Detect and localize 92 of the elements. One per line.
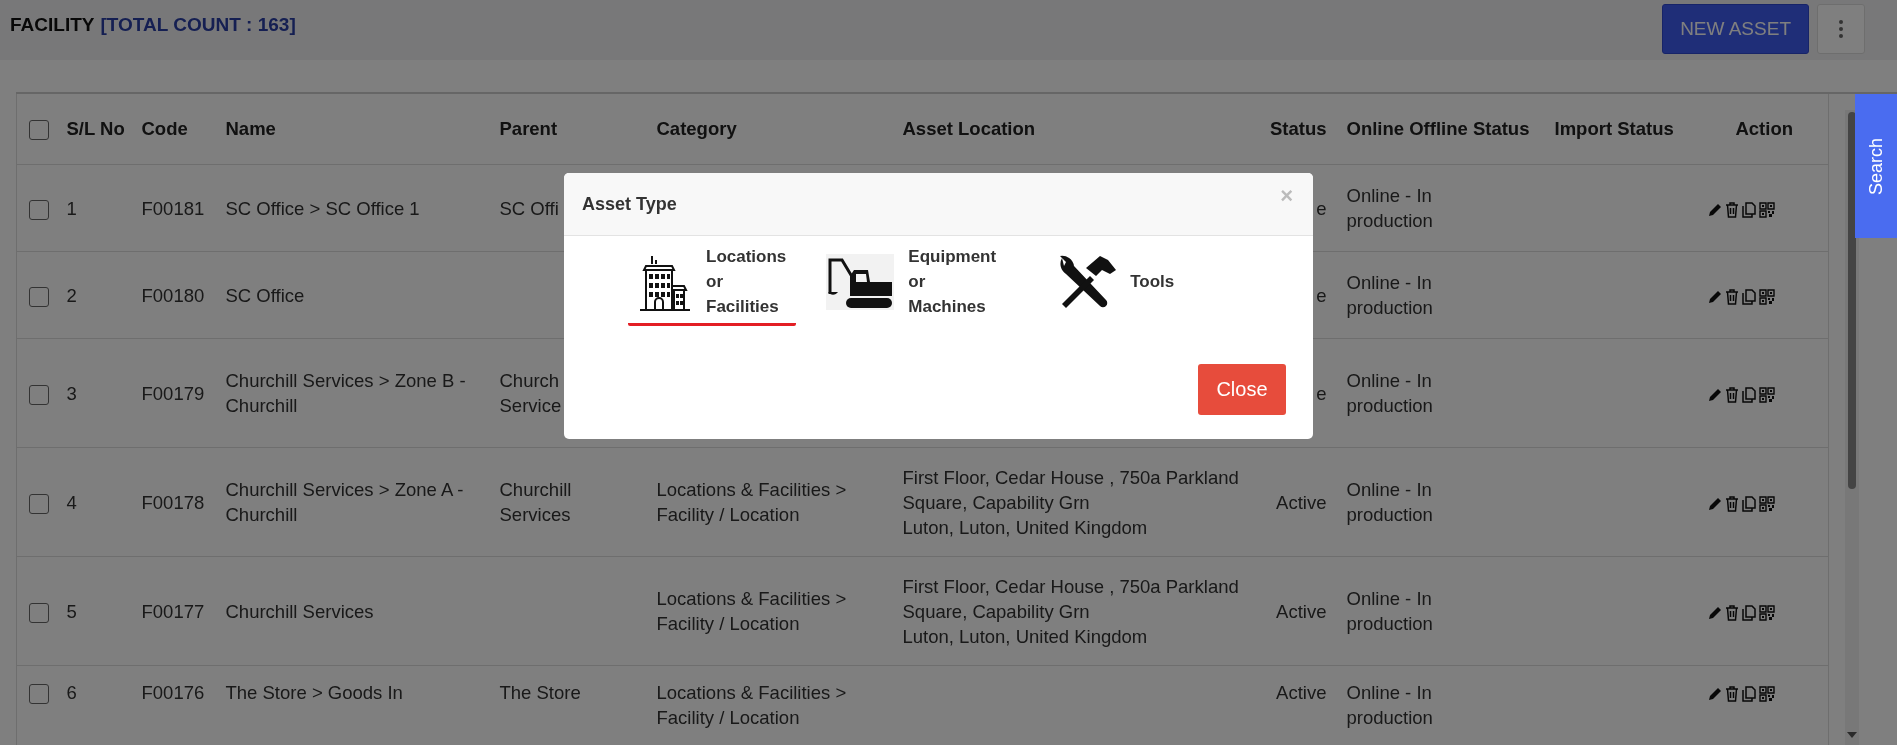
table-cell: Churchill Services > Zone B - Churchill <box>225 370 466 416</box>
close-button[interactable]: Close <box>1198 364 1286 415</box>
copy-icon[interactable] <box>1740 386 1757 403</box>
table-cell: e <box>1316 197 1327 219</box>
scrollbar[interactable] <box>1845 110 1859 745</box>
table-cell: First Floor, Cedar House , 750a Parkland Square, Capability Grn Luton, Luton, United Kingdom <box>902 466 1239 538</box>
table-cell: Locations & Facilities > Facility / Location <box>656 479 847 525</box>
trash-icon[interactable] <box>1724 386 1739 403</box>
table-cell-text: Online - In production <box>1346 681 1434 730</box>
table-cell: F00176 <box>141 682 205 703</box>
table-cell: 3 <box>66 382 77 404</box>
table-cell: F00180 <box>141 284 205 306</box>
table-cell: SC Office <box>225 284 305 306</box>
edit-icon[interactable] <box>1706 288 1723 305</box>
table-cell: F00179 <box>141 382 205 404</box>
column-header: Name <box>225 118 276 139</box>
table-cell-text: Online - In production <box>1346 184 1434 233</box>
table-cell: Churchill Services > Zone A - Churchill <box>225 479 464 525</box>
edit-icon[interactable] <box>1706 604 1723 621</box>
table-cell: 2 <box>66 284 77 306</box>
asset-type-option[interactable]: Locations or Facilities <box>628 244 797 326</box>
column-header: S/L No <box>66 118 125 139</box>
checkbox[interactable] <box>29 384 49 405</box>
table-cell-text: Online - In production <box>1346 271 1434 320</box>
table-cell-text: Online - In production <box>1346 369 1434 418</box>
table-cell: Active <box>1276 682 1327 703</box>
table-cell-text: Online - In production <box>1346 587 1434 636</box>
table-cell: F00177 <box>141 600 205 622</box>
qr-code-icon[interactable] <box>1758 288 1775 305</box>
table-cell: Active <box>1276 491 1327 513</box>
total-count: [TOTAL COUNT : 163] <box>100 14 296 36</box>
table-cell: 4 <box>66 491 77 513</box>
table-cell: 5 <box>66 600 77 622</box>
trash-icon[interactable] <box>1724 495 1739 512</box>
column-header: Action <box>1735 118 1794 139</box>
asset-type-option[interactable]: Tools <box>1046 244 1185 326</box>
table-cell: Churchill Services <box>225 600 374 622</box>
checkbox[interactable] <box>29 493 49 514</box>
copy-icon[interactable] <box>1740 604 1757 621</box>
copy-icon[interactable] <box>1740 495 1757 512</box>
copy-icon[interactable] <box>1740 288 1757 305</box>
table-cell: 1 <box>66 197 77 219</box>
edit-icon[interactable] <box>1706 386 1723 403</box>
qr-code-icon[interactable] <box>1758 201 1775 218</box>
table-cell: First Floor, Cedar House , 750a Parkland Square, Capability Grn Luton, Luton, United Kingdom <box>902 575 1239 647</box>
table-cell: The Store > Goods In <box>225 682 403 703</box>
table-cell-text: Online - In production <box>1346 478 1434 527</box>
checkbox[interactable] <box>29 684 49 705</box>
asset-type-option[interactable]: Equipment or Machines <box>816 244 1007 326</box>
edit-icon[interactable] <box>1706 686 1723 703</box>
kebab-icon <box>1838 19 1844 39</box>
table-cell: Active <box>1276 600 1327 622</box>
copy-icon[interactable] <box>1740 686 1757 703</box>
search-tab[interactable]: Search <box>1855 94 1897 238</box>
table-cell: e <box>1316 284 1327 306</box>
table-cell: The Store <box>499 682 581 703</box>
column-header: Asset Location <box>902 118 1036 139</box>
table-cell: 6 <box>66 682 77 703</box>
table-cell: e <box>1316 382 1327 404</box>
excavator-icon <box>826 253 895 310</box>
table-cell: SC Office > SC Office 1 <box>225 197 420 219</box>
column-header: Online Offline Status <box>1346 118 1530 139</box>
qr-code-icon[interactable] <box>1758 495 1775 512</box>
table-cell: Churchill Services <box>499 479 572 525</box>
table-cell: Church Service <box>499 370 562 416</box>
modal-title: Asset Type <box>582 193 677 215</box>
edit-icon[interactable] <box>1706 495 1723 512</box>
trash-icon[interactable] <box>1724 201 1739 218</box>
qr-code-icon[interactable] <box>1758 386 1775 403</box>
column-header: Parent <box>499 118 558 139</box>
table-cell: F00178 <box>141 491 205 513</box>
qr-code-icon[interactable] <box>1758 686 1775 703</box>
checkbox[interactable] <box>29 286 49 307</box>
trash-icon[interactable] <box>1724 288 1739 305</box>
checkbox[interactable] <box>29 120 49 141</box>
table-cell: Locations & Facilities > Facility / Location <box>656 682 847 728</box>
column-header: Import Status <box>1554 118 1674 139</box>
trash-icon[interactable] <box>1724 604 1739 621</box>
column-header: Status <box>1269 118 1327 139</box>
table-cell: Locations & Facilities > Facility / Location <box>656 588 847 634</box>
table-cell: F00181 <box>141 197 205 219</box>
table-cell: SC Offi <box>499 197 559 219</box>
qr-code-icon[interactable] <box>1758 604 1775 621</box>
trash-icon[interactable] <box>1724 686 1739 703</box>
new-asset-button[interactable]: NEW ASSET <box>1662 4 1809 54</box>
copy-icon[interactable] <box>1740 201 1757 218</box>
checkbox[interactable] <box>29 199 49 220</box>
column-header: Code <box>141 118 188 139</box>
checkbox[interactable] <box>29 602 49 623</box>
edit-icon[interactable] <box>1706 201 1723 218</box>
page-title: FACILITY <box>10 14 95 36</box>
column-header: Category <box>656 118 737 139</box>
